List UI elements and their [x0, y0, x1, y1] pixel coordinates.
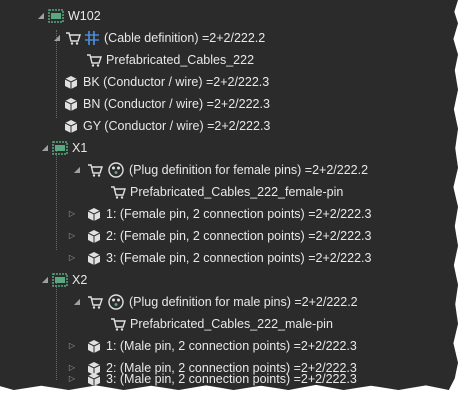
- tree-node-label: Prefabricated_Cables_222_female-pin: [130, 185, 344, 199]
- tree-guide-line: [56, 280, 57, 380]
- collapse-arrow-icon[interactable]: ◢: [72, 291, 82, 313]
- collapse-arrow-icon[interactable]: ◢: [36, 5, 46, 27]
- collapse-arrow-icon[interactable]: ◢: [40, 269, 50, 291]
- conductor-cube-icon: [63, 118, 79, 134]
- tree-node-label: BN (Conductor / wire) =2+2/222.3: [83, 97, 270, 111]
- plug-definition-icon: [108, 162, 124, 178]
- tree-node-label: Prefabricated_Cables_222: [106, 53, 255, 67]
- tree-node-label: Prefabricated_Cables_222_male-pin: [130, 317, 333, 331]
- cart-icon: [110, 316, 126, 332]
- expand-arrow-icon[interactable]: ▷: [67, 203, 77, 225]
- cart-icon: [87, 162, 103, 178]
- cart-icon: [86, 52, 102, 68]
- cable-icon: [48, 8, 64, 24]
- tree-node-label: X2: [72, 273, 88, 287]
- tree-node-label: 2: (Female pin, 2 connection points) =2+…: [106, 229, 372, 243]
- pin-cube-icon: [86, 338, 102, 354]
- cable-definition-icon: [84, 30, 100, 46]
- collapse-arrow-icon[interactable]: ◢: [52, 27, 62, 49]
- tree-node-label: 3: (Female pin, 2 connection points) =2+…: [106, 251, 372, 265]
- pin-cube-icon: [86, 228, 102, 244]
- tree-node-label: 1: (Female pin, 2 connection points) =2+…: [106, 207, 372, 221]
- tree-node-label: X1: [72, 141, 88, 155]
- pin-cube-icon: [86, 371, 102, 387]
- collapse-arrow-icon[interactable]: ◢: [72, 159, 82, 181]
- expand-arrow-icon[interactable]: ▷: [67, 247, 77, 269]
- tree-guide-line: [56, 150, 57, 250]
- connector-icon: [52, 140, 68, 156]
- pin-cube-icon: [86, 250, 102, 266]
- cart-icon: [87, 294, 103, 310]
- tree-node-label: (Plug definition for female pins) =2+2/2…: [129, 163, 369, 177]
- collapse-arrow-icon[interactable]: ◢: [40, 137, 50, 159]
- tree-node-label: BK (Conductor / wire) =2+2/222.3: [83, 75, 270, 89]
- expand-arrow-icon[interactable]: ▷: [67, 225, 77, 247]
- expand-arrow-icon[interactable]: ▷: [67, 368, 77, 390]
- project-tree-panel: ◢ W102 ◢ (Cable definition) =2+2/222.2 P…: [0, 0, 458, 390]
- plug-definition-icon: [108, 294, 124, 310]
- tree-node-label: (Plug definition for male pins) =2+2/222…: [129, 295, 358, 309]
- tree-node-label: W102: [68, 9, 101, 23]
- tree-node-label: GY (Conductor / wire) =2+2/222.3: [83, 119, 271, 133]
- tree-node-label: 1: (Male pin, 2 connection points) =2+2/…: [106, 339, 357, 353]
- conductor-cube-icon: [63, 74, 79, 90]
- cart-icon: [65, 30, 81, 46]
- tree-node-label: 3: (Male pin, 2 connection points) =2+2/…: [106, 372, 357, 386]
- expand-arrow-icon[interactable]: ▷: [67, 335, 77, 357]
- connector-icon: [52, 272, 68, 288]
- tree-node-label: (Cable definition) =2+2/222.2: [104, 31, 266, 45]
- cart-icon: [110, 184, 126, 200]
- conductor-cube-icon: [63, 96, 79, 112]
- pin-cube-icon: [86, 206, 102, 222]
